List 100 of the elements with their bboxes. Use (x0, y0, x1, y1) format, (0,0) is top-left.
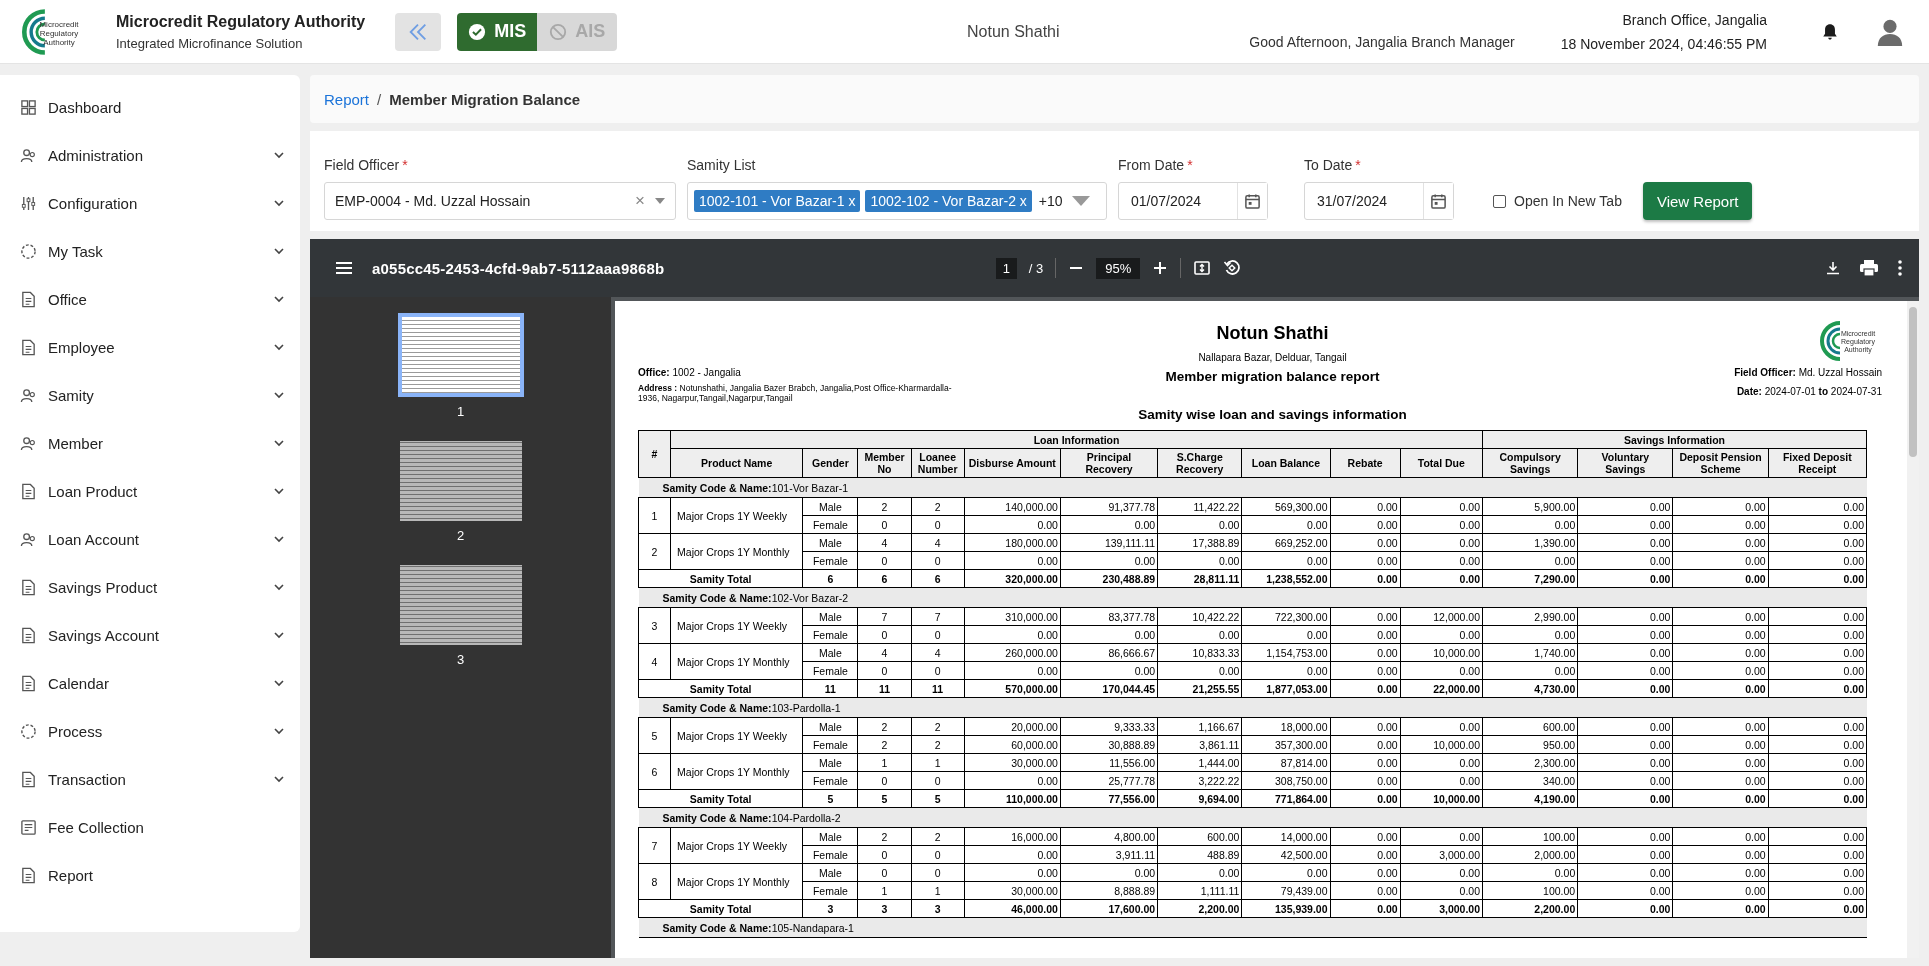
table-cell: 139,111.11 (1060, 533, 1158, 552)
date-input[interactable]: 31/07/2024 (1305, 192, 1423, 210)
sidebar-item[interactable]: Member (0, 419, 300, 467)
table-cell: 0.00 (1768, 515, 1867, 534)
table-cell: 0.00 (1330, 625, 1401, 644)
table-cell: 0.00 (1400, 533, 1483, 552)
table-cell: 0.00 (1672, 607, 1769, 626)
sidebar-item[interactable]: Report (0, 851, 300, 899)
table-cell: 0.00 (1157, 625, 1242, 644)
calendar-icon (1430, 192, 1447, 210)
table-cell: 0.00 (1672, 515, 1769, 534)
table-cell: 1 (911, 881, 965, 900)
sidebar-item[interactable]: Process (0, 707, 300, 755)
total-cell: 11 (802, 679, 858, 698)
sidebar-item[interactable]: Fee Collection (0, 803, 300, 851)
total-cell: 0.00 (1768, 789, 1867, 808)
bell-icon[interactable] (1821, 21, 1839, 42)
table-cell: 0.00 (1330, 863, 1401, 882)
ban-icon (549, 22, 568, 41)
sidebar-item[interactable]: Administration (0, 131, 300, 179)
sidebar-item[interactable]: Savings Account (0, 611, 300, 659)
table-cell: 0.00 (1672, 643, 1769, 662)
sidebar-item[interactable]: Office (0, 275, 300, 323)
app-subtitle: Integrated Microfinance Solution (116, 35, 304, 51)
table-cell: Male (802, 497, 858, 516)
table-cell: 0.00 (964, 863, 1061, 882)
table-cell: 0.00 (1577, 551, 1673, 570)
table-cell: 2 (911, 497, 965, 516)
selected-chip[interactable]: 1002-101 - Vor Bazar-1 x (694, 190, 861, 212)
table-cell: 0.00 (1768, 497, 1867, 516)
logo-text: Microcredit Regulatory Authority (38, 19, 80, 47)
download-icon[interactable] (1825, 260, 1841, 276)
page-number-field[interactable]: 1 (995, 257, 1017, 279)
table-cell: 7 (911, 607, 965, 626)
sidebar-item[interactable]: Dashboard (0, 83, 300, 131)
checkbox[interactable] (1493, 194, 1506, 208)
table-cell: 0.00 (1768, 735, 1867, 754)
sidebar-item[interactable]: Savings Product (0, 563, 300, 611)
collapse-sidebar-button[interactable] (395, 12, 442, 51)
total-cell: 3 (911, 899, 965, 918)
fit-page-icon[interactable] (1193, 259, 1212, 277)
sidebar-item[interactable]: Calendar (0, 659, 300, 707)
sidebar-item[interactable]: Samity (0, 371, 300, 419)
table-cell: 0.00 (1482, 863, 1578, 882)
table-cell: 86,666.67 (1060, 643, 1158, 662)
page-thumbnail[interactable] (397, 313, 524, 397)
total-cell: 0.00 (1672, 569, 1769, 588)
page-thumbnail[interactable] (399, 565, 522, 645)
table-cell: 0.00 (1672, 735, 1769, 754)
sidebar-item[interactable]: Employee (0, 323, 300, 371)
breadcrumb-separator: / (377, 90, 382, 108)
selected-chip[interactable]: 1002-102 - Vor Bazar-2 x (865, 190, 1032, 212)
table-cell: 0.00 (1577, 533, 1673, 552)
sidebar-item[interactable]: My Task (0, 227, 300, 275)
table-cell: 3,861.11 (1157, 735, 1242, 754)
zoom-level-field[interactable]: 95% (1096, 257, 1141, 279)
caret-down-icon (1071, 196, 1090, 206)
sidebar-item[interactable]: Loan Account (0, 515, 300, 563)
calendar-button[interactable] (1423, 183, 1453, 219)
table-cell: Male (802, 643, 858, 662)
table-cell: 0.00 (1330, 533, 1401, 552)
samity-multiselect[interactable]: 1002-101 - Vor Bazar-1 x 1002-102 - Vor Bazar-2 x +10 (687, 182, 1107, 220)
table-cell: Male (802, 717, 858, 736)
table-cell: Female (802, 625, 858, 644)
page-thumbnail[interactable] (399, 441, 522, 521)
table-cell: 0 (911, 551, 965, 570)
table-cell: 10,000.00 (1400, 735, 1483, 754)
table-cell: 0.00 (1768, 533, 1867, 552)
sidebar-item[interactable]: Loan Product (0, 467, 300, 515)
sidebar-item[interactable]: Transaction (0, 755, 300, 803)
table-cell: 1,154,753.00 (1241, 643, 1331, 662)
date-picker[interactable]: 01/07/2024 (1118, 182, 1268, 220)
table-cell: 0.00 (1672, 661, 1769, 680)
table-cell: 4 (858, 643, 912, 662)
table-cell: Major Crops 1Y Monthly (670, 753, 803, 790)
table-cell: 0.00 (1157, 863, 1242, 882)
module-toggle[interactable]: MIS (457, 12, 538, 51)
calendar-button[interactable] (1237, 183, 1267, 219)
view-report-button[interactable]: View Report (1642, 182, 1753, 220)
total-cell: 570,000.00 (964, 679, 1061, 698)
print-icon[interactable] (1859, 259, 1879, 277)
table-cell: 0 (858, 863, 912, 882)
breadcrumb-link[interactable]: Report (324, 90, 370, 108)
rotate-icon[interactable] (1223, 259, 1242, 277)
total-cell: 46,000.00 (964, 899, 1061, 918)
field-officer-select[interactable]: EMP-0004 - Md. Uzzal Hossain × (324, 182, 676, 220)
clear-button[interactable]: × (635, 191, 645, 211)
column-header: Fixed Deposit Receipt (1768, 448, 1867, 478)
table-cell: 0.00 (1060, 625, 1158, 644)
date-input[interactable]: 01/07/2024 (1119, 192, 1237, 210)
table-cell: 16,000.00 (964, 827, 1061, 846)
date-picker[interactable]: 31/07/2024 (1304, 182, 1454, 220)
more-icon[interactable] (1897, 259, 1903, 277)
table-cell: 1 (638, 497, 671, 534)
sidebar-item[interactable]: Configuration (0, 179, 300, 227)
total-cell: 5 (911, 789, 965, 808)
zoom-in-icon[interactable] (1152, 260, 1169, 276)
column-header: Loan Balance (1241, 448, 1331, 478)
table-cell: 2 (911, 735, 965, 754)
table-cell: 4,800.00 (1060, 827, 1158, 846)
